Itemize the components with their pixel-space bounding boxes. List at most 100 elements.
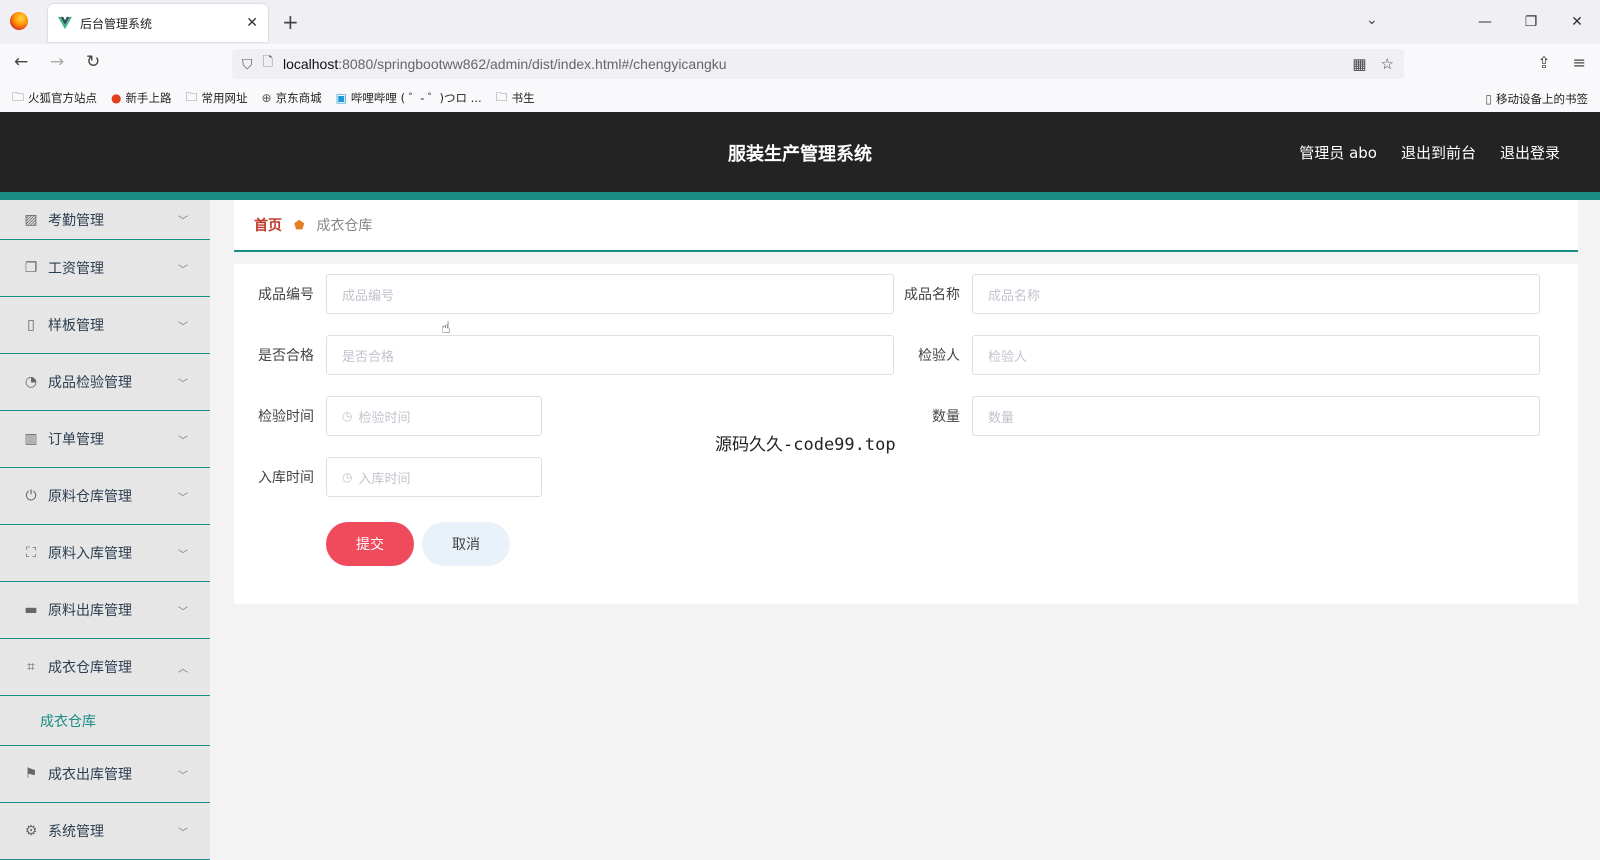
compass-icon: ◔ (24, 374, 38, 390)
settings-icon: ⚙ (24, 823, 38, 839)
power-icon: ⏻ (25, 488, 37, 504)
chevron-up-icon: ︿ (178, 663, 188, 675)
sidebar-item-salary[interactable]: ❐ 工资管理 ﹀ (0, 240, 210, 297)
sidebar-item-material-warehouse[interactable]: ⏻ 原料仓库管理 ﹀ (0, 468, 210, 525)
ticket-icon: ▬ (24, 602, 38, 618)
chevron-down-icon: ﹀ (178, 492, 188, 504)
bookmark-item[interactable]: ● 新手上路 (111, 90, 171, 106)
product-code-input[interactable]: 成品编号 (326, 274, 894, 314)
page-icon: 🗋 (262, 54, 273, 69)
product-name-label: 成品名称 (904, 287, 960, 303)
bookmark-item[interactable]: 🗀 书生 (496, 88, 535, 109)
url-bar[interactable]: ⛉ 🗋 localhost :8080/springbootww862/admi… (232, 49, 1404, 79)
folder-icon: 🗀 (12, 89, 25, 104)
admin-label: 管理员 abo (1299, 144, 1377, 162)
stockin-time-label: 入库时间 (258, 470, 314, 486)
clock-icon: ◷ (342, 470, 353, 484)
browser-tabbar: 后台管理系统 ✕ + ⌄ — ❐ ✕ (0, 0, 1600, 44)
copy-icon: ❐ (24, 260, 38, 276)
reload-icon[interactable]: ↻ (86, 52, 100, 72)
user-area: 管理员 abo 退出到前台 退出登录 (1299, 142, 1560, 163)
inspect-time-label: 检验时间 (258, 409, 314, 425)
chevron-down-icon: ﹀ (178, 827, 188, 839)
header-accent-bar (0, 192, 1600, 200)
qualified-input[interactable]: 是否合格 (326, 335, 894, 375)
chevron-down-icon: ﹀ (178, 435, 188, 447)
cancel-button[interactable]: 取消 (422, 522, 510, 566)
browser-navbar: ← → ↻ ⛉ 🗋 localhost :8080/springbootww86… (0, 44, 1600, 84)
bookmark-item[interactable]: 🗀 火狐官方站点 (12, 88, 97, 109)
sidebar: ▨ 考勤管理 ﹀ ❐ 工资管理 ﹀ ▯ 样板管理 ﹀ ◔ 成品检验管理 ﹀ ▥ … (0, 200, 210, 860)
browser-tab[interactable]: 后台管理系统 ✕ (48, 4, 268, 42)
product-code-label: 成品编号 (258, 287, 314, 303)
flag-icon: ⚑ (24, 766, 38, 782)
chevron-down-icon: ﹀ (178, 770, 188, 782)
to-frontend-link[interactable]: 退出到前台 (1401, 142, 1476, 163)
qr-code-icon[interactable]: ▦ (1352, 55, 1366, 73)
sidebar-item-system[interactable]: ⚙ 系统管理 ﹀ (0, 803, 210, 860)
quantity-input[interactable]: 数量 (972, 396, 1540, 436)
tab-list-icon[interactable]: ⌄ (1366, 12, 1378, 28)
mobile-icon: ▯ (27, 317, 35, 333)
bookmark-item[interactable]: ▣ 哔哩哔哩 ( ゜- ゜)つロ ... (336, 90, 482, 106)
back-icon[interactable]: ← (14, 52, 28, 72)
globe-icon: ⊕ (261, 91, 272, 105)
product-name-input[interactable]: 成品名称 (972, 274, 1540, 314)
breadcrumb: 首页 ⬟ 成衣仓库 (234, 200, 1578, 252)
submit-button[interactable]: 提交 (326, 522, 414, 566)
sidebar-item-garment-out[interactable]: ⚑ 成衣出库管理 ﹀ (0, 746, 210, 803)
inspect-time-picker[interactable]: ◷ 检验时间 (326, 396, 542, 436)
bookmark-star-icon[interactable]: ☆ (1381, 55, 1394, 73)
chevron-down-icon: ﹀ (178, 378, 188, 390)
folder-icon: 🗀 (185, 89, 198, 104)
bookmark-item[interactable]: 🗀 常用网址 (186, 88, 248, 109)
app-header: 服装生产管理系统 管理员 abo 退出到前台 退出登录 (0, 112, 1600, 200)
scan-icon: ⛶ (26, 545, 36, 561)
sidebar-item-inspection[interactable]: ◔ 成品检验管理 ﹀ (0, 354, 210, 411)
url-host: localhost (282, 56, 339, 72)
sidebar-item-garment-warehouse[interactable]: ⌗ 成衣仓库管理 ︿ (0, 639, 210, 696)
mobile-bookmarks[interactable]: ▯ 移动设备上的书签 (1485, 91, 1588, 107)
forward-icon[interactable]: → (50, 52, 64, 72)
shield-icon: ⛉ (242, 55, 253, 72)
sidebar-item-orders[interactable]: ▥ 订单管理 ﹀ (0, 411, 210, 468)
clock-icon: ◷ (342, 409, 353, 423)
form-card: 成品编号 成品编号 成品名称 成品名称 是否合格 是否合格 检验人 检验人 检验… (234, 264, 1578, 604)
stockin-time-picker[interactable]: ◷ 入库时间 (326, 457, 542, 497)
home-icon: ⬟ (294, 218, 305, 232)
menu-icon[interactable]: ≡ (1573, 53, 1586, 72)
logout-link[interactable]: 退出登录 (1500, 142, 1560, 163)
crop-icon: ⌗ (27, 659, 35, 675)
folder-icon: 🗀 (495, 89, 508, 104)
data-icon: ▥ (24, 431, 38, 447)
bookmark-item[interactable]: ⊕ 京东商城 (262, 90, 322, 106)
watermark-caption: 源码久久-code99.top (715, 435, 896, 455)
hand-cursor-icon: ☝ (441, 318, 451, 337)
window-controls: — ❐ ✕ (1462, 0, 1600, 44)
minimize-icon[interactable]: — (1462, 14, 1508, 30)
restore-icon[interactable]: ❐ (1508, 14, 1554, 30)
tab-close-icon[interactable]: ✕ (246, 15, 258, 31)
inspector-input[interactable]: 检验人 (972, 335, 1540, 375)
sidebar-item-material-out[interactable]: ▬ 原料出库管理 ﹀ (0, 582, 210, 639)
bookmarks-bar: 🗀 火狐官方站点 ● 新手上路 🗀 常用网址 ⊕ 京东商城 ▣ 哔哩哔哩 ( ゜- ゜)つ… (0, 84, 1600, 112)
url-path: :8080/springbootww862/admin/dist/index.h… (338, 56, 727, 72)
sidebar-item-attendance[interactable]: ▨ 考勤管理 ﹀ (0, 200, 210, 240)
firefox-logo-icon (10, 12, 28, 30)
tab-title: 后台管理系统 (80, 16, 153, 31)
window-close-icon[interactable]: ✕ (1554, 14, 1600, 30)
submenu-garment-warehouse[interactable]: 成衣仓库 (0, 696, 210, 746)
inspector-label: 检验人 (918, 348, 960, 364)
bilibili-icon: ▣ (335, 91, 347, 105)
main-content: 首页 ⬟ 成衣仓库 成品编号 成品编号 成品名称 成品名称 是否合格 是否合格 … (234, 200, 1578, 604)
new-tab-icon[interactable]: + (282, 10, 299, 34)
sidebar-item-material-in[interactable]: ⛶ 原料入库管理 ﹀ (0, 525, 210, 582)
mobile-icon: ▯ (1485, 92, 1492, 106)
extensions-icon[interactable]: ⇪ (1537, 53, 1550, 72)
chevron-down-icon: ﹀ (178, 216, 188, 227)
chevron-down-icon: ﹀ (178, 549, 188, 561)
sidebar-item-sample[interactable]: ▯ 样板管理 ﹀ (0, 297, 210, 354)
breadcrumb-home[interactable]: 首页 (254, 215, 282, 235)
firefox-icon: ● (111, 91, 122, 105)
chart-icon: ▨ (24, 211, 38, 228)
